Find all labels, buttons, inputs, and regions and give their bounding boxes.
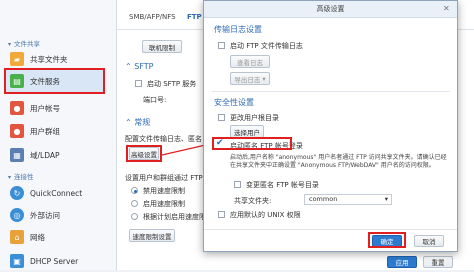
radio-label-enable: 启用速度限制 (143, 200, 185, 208)
general-section-title: ⌃ 常规 (125, 118, 151, 127)
change-anon-root-checkbox[interactable] (234, 181, 241, 188)
port-label: 端口号: (143, 96, 167, 104)
domain-ldap-icon: ▦ (10, 148, 24, 162)
anon-ftp-description: 启动后,用户名称 "anonymous" 用户名者通过 FTP 访问共享文件夹。… (230, 154, 447, 169)
chevron-down-icon: ▾ (384, 195, 388, 203)
view-log-button[interactable]: 查看日志 (230, 55, 270, 68)
sidebar-item-groups[interactable]: ● 用户群组 (0, 120, 116, 142)
unix-permission-label: 应用默认的 UNIX 权限 (230, 211, 301, 219)
unix-permission-checkbox[interactable] (218, 211, 225, 218)
anon-ftp-highlight-box (212, 137, 292, 150)
change-anon-root-label: 变更匿名 FTP 帐号目录 (246, 181, 319, 189)
network-icon: ⌂ (10, 230, 24, 244)
sftp-enable-checkbox[interactable] (135, 80, 142, 87)
radio-disable-speed-limit[interactable] (131, 187, 138, 194)
category-file-sharing[interactable]: ▾ 文件共享 (8, 38, 40, 48)
sidebar-item-users[interactable]: ● 用户帐号 (0, 97, 116, 119)
sftp-section-title: ⌃ SFTP (125, 62, 154, 71)
sftp-enable-label: 启动 SFTP 服务 (147, 80, 197, 88)
collapse-icon[interactable]: ⌃ (125, 62, 134, 71)
sidebar-item-shared-folder[interactable]: ▰ 共享文件夹 (0, 48, 116, 70)
connection-limit-button[interactable]: 联机限制 (142, 40, 182, 53)
group-icon: ● (10, 124, 24, 138)
ok-highlight-box (368, 232, 406, 248)
chevron-down-icon: ▾ (262, 74, 266, 83)
external-access-icon: ◎ (10, 208, 24, 222)
radio-scheduled-speed-limit[interactable] (131, 213, 138, 220)
security-section-title: 安全性设置 (214, 98, 254, 107)
change-root-checkbox[interactable] (218, 114, 225, 121)
shared-folder-label: 共享文件夹: (234, 197, 272, 205)
reset-button[interactable]: 重置 (423, 256, 453, 268)
dialog-title: 高级设置 (204, 1, 457, 18)
export-log-button[interactable]: 导出日志 ▾ (230, 72, 270, 85)
sidebar-item-quickconnect[interactable]: ↻ QuickConnect (0, 182, 116, 204)
dhcp-icon: ▣ (10, 254, 24, 268)
radio-enable-speed-limit[interactable] (131, 200, 138, 207)
collapse-icon[interactable]: ⌃ (125, 118, 134, 127)
tab-smb-afp-nfs[interactable]: SMB/AFP/NFS (129, 13, 176, 27)
sidebar-item-external-access[interactable]: ◎ 外部访问 (0, 204, 116, 226)
tab-ftp[interactable]: FTP (187, 13, 202, 27)
category-connectivity[interactable]: ▾ 连接性 (8, 171, 34, 181)
shared-folder-select[interactable]: common ▾ (304, 194, 392, 205)
speed-description: 设置用户和群组通过 FTP (125, 174, 203, 182)
sidebar: ▾ 文件共享 ▰ 共享文件夹 ▤ 文件服务 ● 用户帐号 ● 用户群组 ▦ 域/L… (0, 0, 117, 270)
dialog-divider (212, 91, 450, 92)
transfer-log-section-title: 传输日志设置 (214, 25, 262, 34)
sidebar-item-dhcp[interactable]: ▣ DHCP Server (0, 250, 116, 272)
sidebar-item-file-services[interactable]: ▤ 文件服务 (0, 70, 116, 92)
radio-label-disable: 禁用速度限制 (143, 187, 185, 195)
apply-button[interactable]: 应用 (387, 256, 417, 268)
close-icon[interactable]: ✕ (443, 4, 450, 13)
ftp-log-label: 启动 FTP 文件传输日志 (230, 42, 303, 50)
sidebar-item-domain-ldap[interactable]: ▦ 域/LDAP (0, 144, 116, 166)
advanced-settings-dialog: 高级设置 ✕ 传输日志设置 启动 FTP 文件传输日志 查看日志 导出日志 ▾ … (203, 0, 458, 252)
change-root-label: 更改用户根目录 (230, 114, 279, 122)
cancel-button[interactable]: 取消 (414, 235, 444, 247)
speed-limit-settings-button[interactable]: 速度限制设置 (129, 229, 175, 242)
shared-folder-icon: ▰ (10, 52, 24, 66)
footer-divider (204, 229, 457, 230)
sidebar-item-network[interactable]: ⌂ 网络 (0, 226, 116, 248)
advanced-highlight-box (126, 145, 162, 162)
quickconnect-icon: ↻ (10, 186, 24, 200)
user-icon: ● (10, 101, 24, 115)
ftp-log-checkbox[interactable] (218, 42, 225, 49)
file-services-icon: ▤ (10, 74, 24, 88)
